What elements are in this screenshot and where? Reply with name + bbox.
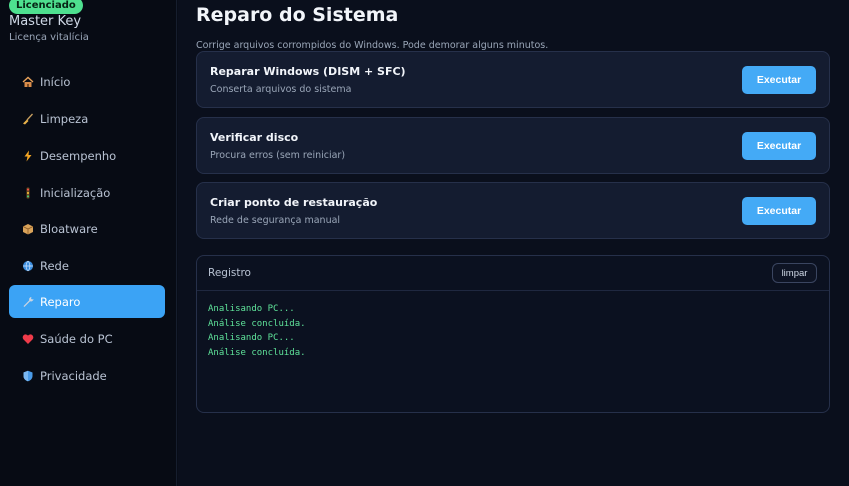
log-line: Analisando PC... [208,333,295,343]
sidebar-item-label: Inicialização [40,185,111,200]
card-title: Reparar Windows (DISM + SFC) [210,65,406,78]
sidebar-item-label: Reparo [40,294,81,309]
sidebar-item-label: Desempenho [40,148,117,163]
run-restore-point-button[interactable]: Executar [742,197,816,225]
sidebar-item-limpeza[interactable]: Limpeza [9,102,165,135]
log-line: Analisando PC... [208,304,295,314]
card-subtitle: Conserta arquivos do sistema [210,84,352,95]
sidebar-item-label: Limpeza [40,111,89,126]
sidebar-item-label: Início [40,74,71,89]
main-content: Reparo do Sistema Corrige arquivos corro… [178,0,849,486]
traffic-light-icon [21,186,34,199]
sidebar-item-bloatware[interactable]: Bloatware [9,212,165,245]
sidebar-item-label: Bloatware [40,221,98,236]
card-title: Verificar disco [210,131,299,144]
sidebar-item-rede[interactable]: Rede [9,249,165,282]
sidebar-item-inicio[interactable]: Início [9,65,165,98]
run-check-disk-button[interactable]: Executar [742,132,816,160]
sidebar-item-reparo[interactable]: Reparo [9,285,165,318]
restore-point-card: Criar ponto de restauração Rede de segur… [196,182,830,239]
sidebar-item-label: Saúde do PC [40,331,113,346]
house-icon [21,75,34,88]
log-line: Análise concluída. [208,318,306,329]
log-line: Análise concluída. [208,347,306,358]
broom-icon [21,112,34,125]
wrench-icon [21,295,34,308]
card-title: Criar ponto de restauração [210,196,378,209]
package-icon [21,222,34,235]
brand-subtitle: Licença vitalícia [9,32,89,43]
page-description: Corrige arquivos corrompidos do Windows.… [196,40,549,51]
log-output: Analisando PC... Análise concluída. Anal… [197,291,829,371]
sidebar-item-label: Rede [40,258,69,273]
log-title: Registro [208,267,251,279]
sidebar-item-saude[interactable]: Saúde do PC [9,322,165,355]
brand-title: Master Key [9,14,82,29]
card-subtitle: Procura erros (sem reiniciar) [210,150,346,161]
sidebar-item-desempenho[interactable]: Desempenho [9,139,165,172]
license-badge: Licenciado [9,0,83,14]
run-repair-windows-button[interactable]: Executar [742,66,816,94]
card-subtitle: Rede de segurança manual [210,215,341,226]
repair-windows-card: Reparar Windows (DISM + SFC) Conserta ar… [196,51,830,108]
page-title: Reparo do Sistema [196,4,399,26]
clear-log-button[interactable]: limpar [772,263,817,283]
check-disk-card: Verificar disco Procura erros (sem reini… [196,117,830,174]
sidebar-item-inicializacao[interactable]: Inicialização [9,176,165,209]
log-header: Registro limpar [197,256,829,291]
sidebar: Licenciado Master Key Licença vitalícia … [0,0,177,486]
lightning-icon [21,149,34,162]
sidebar-item-privacidade[interactable]: Privacidade [9,359,165,392]
heart-icon [21,332,34,345]
sidebar-item-label: Privacidade [40,368,107,383]
shield-icon [21,369,34,382]
log-panel: Registro limpar Analisando PC... Análise… [196,255,830,413]
globe-icon [21,259,34,272]
